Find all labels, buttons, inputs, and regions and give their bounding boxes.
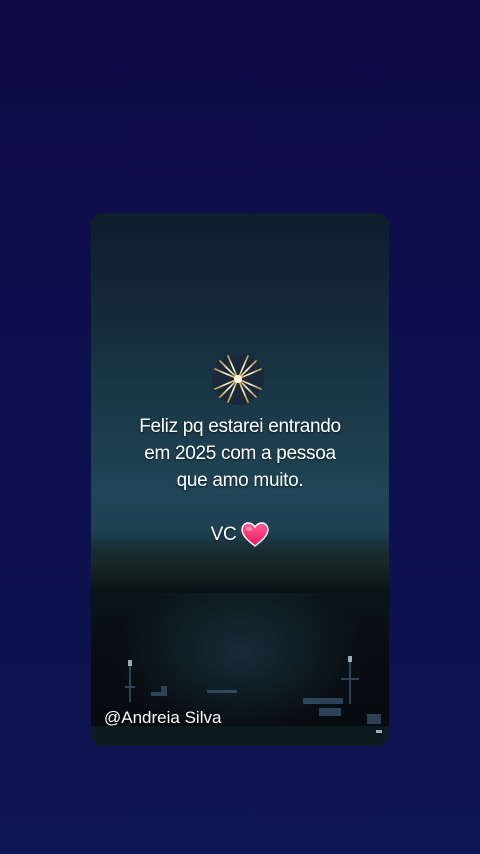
story-message: Feliz pq estarei entrando em 2025 com a … [91, 413, 389, 548]
message-line: que amo muito. [176, 470, 304, 491]
closing-line: VC [91, 521, 389, 548]
author-handle: @Andreia Silva [104, 708, 222, 727]
closing-group: VC [211, 521, 270, 548]
closing-text: VC [210, 524, 237, 545]
message-line: em 2025 com a pessoa [144, 443, 336, 464]
message-line: Feliz pq estarei entrando [139, 416, 341, 437]
story-card[interactable]: Feliz pq estarei entrando em 2025 com a … [91, 213, 389, 746]
heart-icon [241, 521, 270, 547]
city-skyline [91, 656, 389, 746]
fireworks-icon [212, 353, 264, 405]
